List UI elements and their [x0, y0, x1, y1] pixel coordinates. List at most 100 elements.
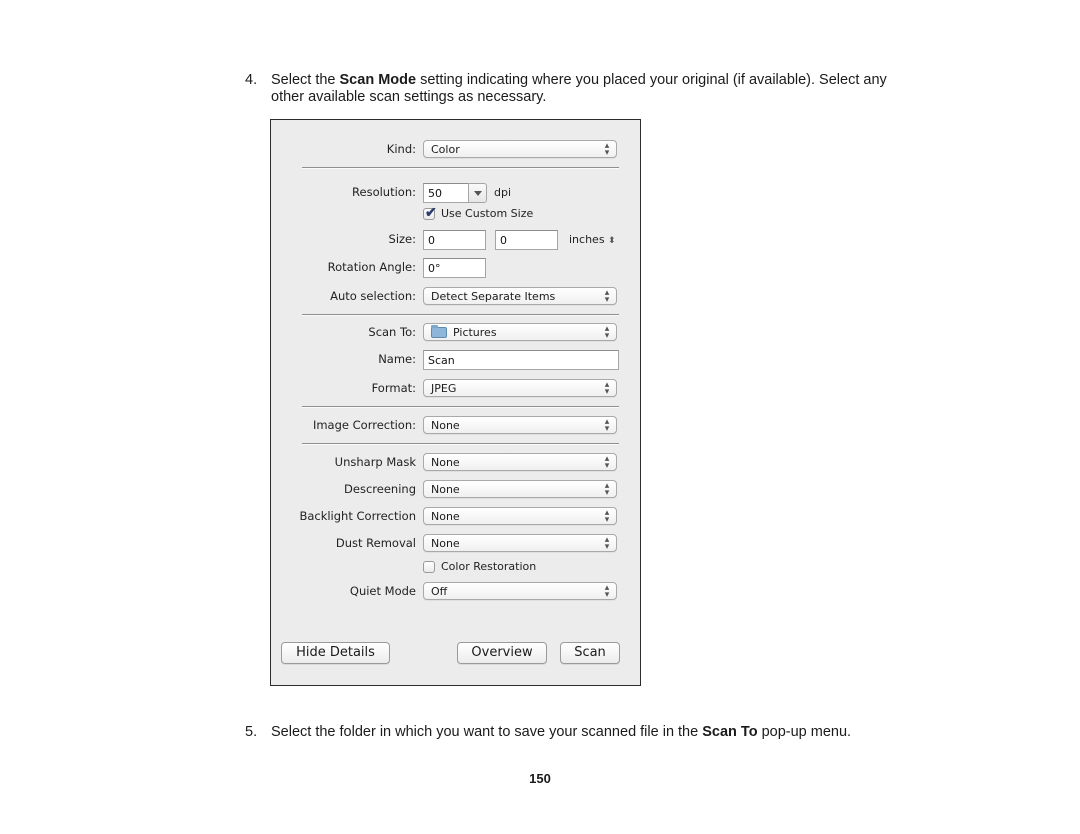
dust-removal-row: Dust Removal None ▴ ▾: [271, 534, 640, 554]
popup-arrows-icon: ▴ ▾: [604, 416, 610, 433]
auto-selection-row: Auto selection: Detect Separate Items ▴ ▾: [271, 287, 640, 307]
text: Select the folder in which you want to s…: [271, 724, 703, 740]
popup-arrows-icon: ▴ ▾: [604, 323, 610, 340]
popup-arrows-icon: ▴ ▾: [604, 379, 610, 396]
auto-selection-value: Detect Separate Items: [431, 290, 556, 303]
checkbox-box[interactable]: ✔: [423, 204, 437, 220]
size-width-input[interactable]: 0: [423, 230, 486, 250]
dust-removal-value: None: [431, 537, 460, 550]
rotation-angle-value: 0°: [428, 262, 441, 275]
unsharp-mask-popup[interactable]: None ▴ ▾: [423, 453, 617, 471]
quiet-mode-value: Off: [431, 585, 448, 598]
popup-arrows-icon: ▴ ▾: [604, 534, 610, 551]
checkbox-box[interactable]: [423, 561, 435, 573]
popup-arrows-icon: ▴ ▾: [604, 287, 610, 304]
step-4: 4. Select the Scan Mode setting indicati…: [245, 72, 925, 108]
scan-to-label: Scan To:: [368, 325, 416, 339]
unsharp-mask-value: None: [431, 456, 460, 469]
image-correction-label: Image Correction:: [312, 418, 416, 432]
auto-selection-label: Auto selection:: [330, 289, 416, 303]
format-row: Format: JPEG ▴ ▾: [271, 379, 640, 399]
color-restoration-label: Color Restoration: [441, 560, 537, 573]
size-height-value: 0: [500, 234, 507, 247]
step-text-line-2: other available scan settings as necessa…: [271, 89, 547, 105]
step-number: 5.: [245, 724, 258, 740]
resolution-unit: dpi: [494, 186, 512, 199]
text: Select the: [271, 72, 340, 88]
folder-icon: [431, 325, 447, 338]
name-input[interactable]: Scan: [423, 350, 619, 370]
dust-removal-label: Dust Removal: [335, 536, 416, 550]
resolution-dropdown-button[interactable]: [468, 183, 487, 203]
size-label: Size:: [388, 232, 416, 246]
name-label: Name:: [378, 352, 416, 366]
hide-details-button[interactable]: Hide Details: [281, 642, 390, 664]
text: setting indicating where you placed your…: [416, 72, 887, 88]
kind-value: Color: [431, 143, 460, 156]
format-label: Format:: [371, 381, 416, 395]
image-correction-popup[interactable]: None ▴ ▾: [423, 416, 617, 434]
size-row: Size: 0 0 inches ⬍: [271, 230, 640, 250]
quiet-mode-popup[interactable]: Off ▴ ▾: [423, 582, 617, 600]
kind-row: Kind: Color ▴ ▾: [271, 140, 640, 160]
scan-button[interactable]: Scan: [560, 642, 620, 664]
text: pop-up menu.: [757, 724, 852, 740]
step-5: 5. Select the folder in which you want t…: [245, 724, 925, 742]
popup-arrows-icon: ▴ ▾: [604, 480, 610, 497]
popup-arrows-icon: ▴ ▾: [604, 507, 610, 524]
scan-to-popup[interactable]: Pictures ▴ ▾: [423, 323, 617, 341]
unsharp-mask-label: Unsharp Mask: [334, 455, 416, 469]
backlight-correction-label: Backlight Correction: [299, 509, 416, 523]
divider: [302, 167, 619, 169]
scan-to-row: Scan To: Pictures ▴ ▾: [271, 323, 640, 343]
format-value: JPEG: [431, 382, 457, 395]
size-unit-popup[interactable]: inches ⬍: [569, 233, 616, 246]
step-number: 4.: [245, 72, 258, 88]
descreening-label: Descreening: [344, 482, 416, 496]
rotation-angle-row: Rotation Angle: 0°: [271, 258, 640, 278]
resolution-row: Resolution: 50 dpi: [271, 183, 640, 203]
name-value: Scan: [428, 354, 455, 367]
step-text-line-1: Select the Scan Mode setting indicating …: [271, 72, 887, 89]
image-correction-row: Image Correction: None ▴ ▾: [271, 416, 640, 436]
descreening-value: None: [431, 483, 460, 496]
page-number: 150: [529, 771, 551, 786]
backlight-correction-value: None: [431, 510, 460, 523]
quiet-mode-row: Quiet Mode Off ▴ ▾: [271, 582, 640, 602]
auto-selection-popup[interactable]: Detect Separate Items ▴ ▾: [423, 287, 617, 305]
backlight-correction-row: Backlight Correction None ▴ ▾: [271, 507, 640, 527]
format-popup[interactable]: JPEG ▴ ▾: [423, 379, 617, 397]
divider: [302, 314, 619, 316]
divider: [302, 406, 619, 408]
scan-to-value: Pictures: [453, 326, 497, 339]
use-custom-size-label: Use Custom Size: [441, 207, 534, 220]
kind-label: Kind:: [386, 142, 416, 156]
resolution-value: 50: [428, 187, 442, 200]
popup-arrows-icon: ▴ ▾: [604, 140, 610, 157]
overview-button[interactable]: Overview: [457, 642, 547, 664]
name-row: Name: Scan: [271, 350, 640, 370]
divider: [302, 443, 619, 445]
resolution-input[interactable]: 50: [423, 183, 469, 203]
backlight-correction-popup[interactable]: None ▴ ▾: [423, 507, 617, 525]
descreening-popup[interactable]: None ▴ ▾: [423, 480, 617, 498]
checkmark-icon: ✔: [425, 204, 437, 220]
popup-arrows-icon: ▴ ▾: [604, 582, 610, 599]
quiet-mode-label: Quiet Mode: [349, 584, 416, 598]
popup-arrows-icon: ▴ ▾: [604, 453, 610, 470]
bold-term: Scan To: [702, 724, 758, 740]
kind-popup[interactable]: Color ▴ ▾: [423, 140, 617, 158]
rotation-angle-input[interactable]: 0°: [423, 258, 486, 278]
dust-removal-popup[interactable]: None ▴ ▾: [423, 534, 617, 552]
popup-arrows-icon: ⬍: [608, 236, 616, 246]
rotation-angle-label: Rotation Angle:: [327, 260, 416, 274]
size-height-input[interactable]: 0: [495, 230, 558, 250]
size-width-value: 0: [428, 234, 435, 247]
descreening-row: Descreening None ▴ ▾: [271, 480, 640, 500]
image-correction-value: None: [431, 419, 460, 432]
bold-term: Scan Mode: [339, 72, 417, 88]
resolution-label: Resolution:: [352, 185, 416, 199]
scan-settings-dialog: Kind: Color ▴ ▾ Resolution: 50 dpi ✔ Use …: [270, 119, 641, 686]
unsharp-mask-row: Unsharp Mask None ▴ ▾: [271, 453, 640, 473]
step-text: Select the folder in which you want to s…: [271, 724, 851, 741]
